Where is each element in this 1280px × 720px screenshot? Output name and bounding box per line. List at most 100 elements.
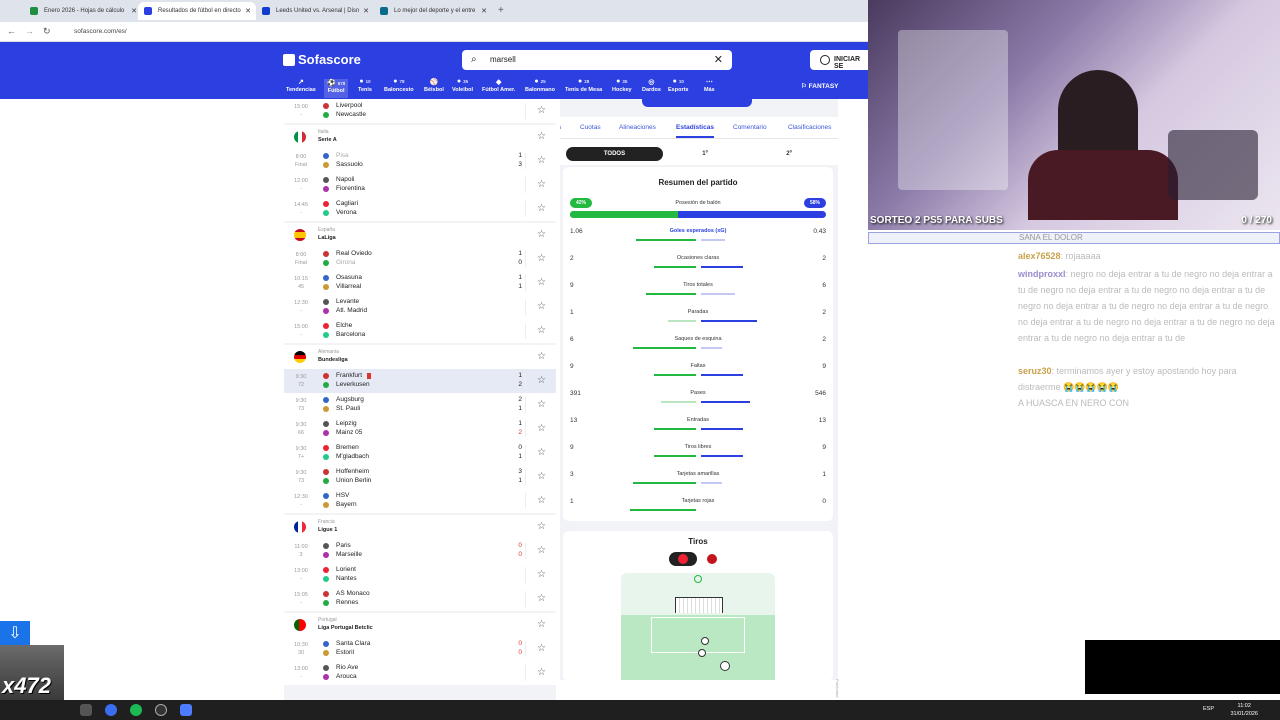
sport-tendencias[interactable]: ↗ Tendencias [286,78,316,93]
scrollbar[interactable]: Publicidad [834,99,840,697]
shot-marker[interactable] [720,661,730,671]
tab-comentario[interactable]: Comentario [733,124,767,131]
tab-alineaciones[interactable]: Alineaciones [619,124,656,131]
clear-icon[interactable]: ✕ [714,53,723,66]
league-header[interactable]: Portugal Liga Portugal Betclic ☆ [284,613,556,637]
browser-tab[interactable]: Lo mejor del deporte y el entre ✕ [374,2,492,20]
star-icon[interactable]: ☆ [537,495,546,506]
star-icon[interactable]: ☆ [537,105,546,116]
star-icon[interactable]: ☆ [537,277,546,288]
clock[interactable]: 11:02 31/01/2026 [1230,702,1258,718]
period-first[interactable]: 1º [660,147,750,161]
back-icon[interactable]: ← [7,26,16,36]
shot-marker[interactable] [698,649,706,657]
app-icon[interactable] [180,704,192,716]
star-icon[interactable]: ☆ [537,325,546,336]
sport-voleibol[interactable]: ● 35 Voleibol [452,78,473,93]
language-indicator[interactable]: ESP [1203,706,1214,712]
star-icon[interactable]: ☆ [537,399,546,410]
close-icon[interactable]: ✕ [131,7,137,15]
browser-tab[interactable]: Enero 2026 - Hojas de cálculo ✕ [24,2,142,20]
star-icon[interactable]: ☆ [537,593,546,604]
star-icon[interactable]: ☆ [537,667,546,678]
match-row[interactable]: 13:00- Rio Ave Arouca ☆ [284,661,556,685]
sport-esports[interactable]: ● 10 Esports [668,78,688,93]
period-todos[interactable]: TODOS [566,147,663,161]
team-toggle-home[interactable] [669,552,697,566]
close-icon[interactable]: ✕ [245,7,251,15]
shot-marker[interactable] [694,575,702,583]
star-icon[interactable]: ☆ [537,375,546,386]
tab-estadisticas[interactable]: Estadísticas [676,124,714,138]
reload-icon[interactable]: ↻ [43,26,51,37]
star-icon[interactable]: ☆ [537,569,546,580]
forward-icon[interactable]: → [25,26,34,36]
match-row[interactable]: 8:00 Final Pisa Sassuolo 1 3 ☆ [284,149,556,173]
match-row[interactable]: 11:00 3 Paris Marseille 0 0 ☆ [284,539,556,563]
star-icon[interactable]: ☆ [537,471,546,482]
leverkusen-crest-icon[interactable] [707,554,717,564]
match-row[interactable]: 9:30 7+ Bremen M'gladbach 0 1 ☆ [284,441,556,465]
obs-icon[interactable] [155,704,167,716]
period-second[interactable]: 2º [744,147,834,161]
tab-partial[interactable]: s [560,124,561,131]
close-icon[interactable]: ✕ [481,7,487,15]
browser-tab-active[interactable]: Resultados de fútbol en directo ✕ [138,2,256,20]
match-row[interactable]: 13:00- Lorient Nantes ☆ [284,563,556,587]
shot-marker[interactable] [701,637,709,645]
match-row[interactable]: 15:00- Liverpool Newcastle ☆ [284,99,556,123]
match-row[interactable]: 9:30 73 Hoffenheim Union Berlin 3 1 ☆ [284,465,556,489]
spotify-icon[interactable] [130,704,142,716]
stat-label[interactable]: Goles esperados (xG) [563,228,833,234]
chrome-icon[interactable] [105,704,117,716]
star-icon[interactable]: ☆ [537,619,546,630]
sport-hockey[interactable]: ● 35 Hockey [612,78,632,93]
league-header[interactable]: España LaLiga ☆ [284,223,556,247]
star-icon[interactable]: ☆ [537,351,546,362]
download-icon[interactable]: ⇩ [0,621,30,647]
new-tab-icon[interactable]: + [498,5,504,16]
sport-futbol-americano[interactable]: ◆ Fútbol Amer. [482,78,515,93]
match-row[interactable]: 9:30 73 Augsburg St. Pauli 2 1 ☆ [284,393,556,417]
match-row[interactable]: 10:30 30 Santa Clara Estoril 0 0 ☆ [284,637,556,661]
star-icon[interactable]: ☆ [537,179,546,190]
star-icon[interactable]: ☆ [537,423,546,434]
star-icon[interactable]: ☆ [537,203,546,214]
match-row[interactable]: 12:30- HSV Bayern ☆ [284,489,556,513]
tab-cuotas[interactable]: Cuotas [580,124,601,131]
match-row[interactable]: 15:00- Elche Barcelona ☆ [284,319,556,343]
sport-futbol[interactable]: ⚽ 878 Fútbol [324,79,349,98]
browser-tab[interactable]: Leeds United vs. Arsenal | Disn ✕ [256,2,374,20]
star-icon[interactable]: ☆ [537,131,546,142]
match-row[interactable]: 12:00- Napoli Fiorentina ☆ [284,173,556,197]
sport-mas[interactable]: ⋯ Más [704,78,715,93]
search-input[interactable]: ⌕ marsell ✕ [462,50,732,70]
league-header[interactable]: Italia Serie A ☆ [284,125,556,149]
match-row[interactable]: 9:30 66 Leipzig Mainz 05 1 2 ☆ [284,417,556,441]
logo[interactable]: Sofascore [283,52,361,67]
sport-dardos[interactable]: ◎ Dardos [642,78,661,93]
star-icon[interactable]: ☆ [537,447,546,458]
league-header[interactable]: Alemania Bundesliga ☆ [284,345,556,369]
match-row[interactable]: 8:00 Final Real Oviedo Girona 1 0 ☆ [284,247,556,271]
star-icon[interactable]: ☆ [537,301,546,312]
match-row[interactable]: 9:30 72 Frankfurt Leverkusen 1 2 ☆ [284,369,556,393]
view-full-match-button[interactable] [642,99,752,107]
star-icon[interactable]: ☆ [537,545,546,556]
star-icon[interactable]: ☆ [537,229,546,240]
url-field[interactable]: sofascore.com/es/ [62,26,862,38]
sport-tenis[interactable]: ● 10 Tenis [358,78,372,93]
sport-baloncesto[interactable]: ● 78 Baloncesto [384,78,414,93]
login-button[interactable]: INICIAR SE [810,50,868,70]
sport-tenis-de-mesa[interactable]: ● 28 Tenis de Mesa [565,78,602,93]
star-icon[interactable]: ☆ [537,155,546,166]
sport-balonmano[interactable]: ● 25 Balonmano [525,78,555,93]
close-icon[interactable]: ✕ [363,7,369,15]
sport-beisbol[interactable]: ⚾ Béisbol [424,78,444,93]
league-header[interactable]: Francia Ligue 1 ☆ [284,515,556,539]
star-icon[interactable]: ☆ [537,253,546,264]
tab-clasificaciones[interactable]: Clasificaciones [788,124,831,131]
star-icon[interactable]: ☆ [537,643,546,654]
fantasy-link[interactable]: ⚐ FANTASY [801,82,839,90]
match-row[interactable]: 12:30- Levante Atl. Madrid ☆ [284,295,556,319]
